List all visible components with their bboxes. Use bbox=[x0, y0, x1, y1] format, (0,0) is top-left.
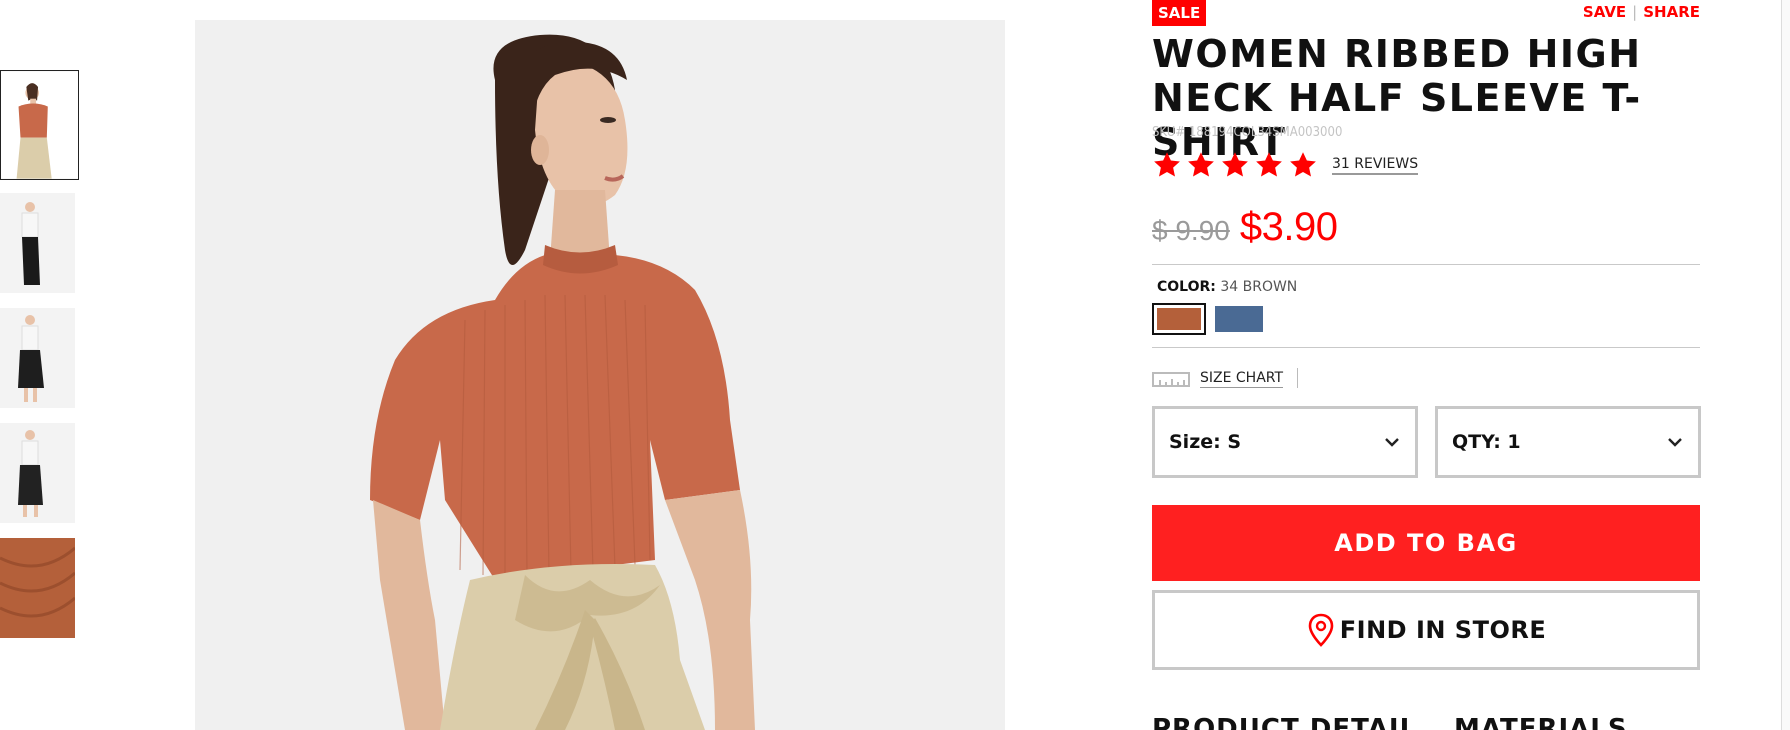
location-pin-icon bbox=[1308, 613, 1334, 647]
original-price: $ 9.90 bbox=[1152, 215, 1230, 246]
thumbnail-model-image bbox=[1, 71, 78, 179]
thumbnail-model-image bbox=[0, 423, 75, 523]
top-links: SAVE | SHARE bbox=[1583, 3, 1700, 21]
swatch-blue-fill bbox=[1215, 306, 1263, 332]
main-product-image[interactable] bbox=[195, 20, 1005, 730]
product-rating: 31 REVIEWS bbox=[1152, 150, 1419, 180]
size-select[interactable]: Size: S bbox=[1152, 406, 1418, 478]
size-chart-row: SIZE CHART bbox=[1152, 368, 1299, 388]
share-link[interactable]: SHARE bbox=[1643, 3, 1700, 21]
sale-price: $3.90 bbox=[1239, 205, 1338, 249]
find-in-store-label: FIND IN STORE bbox=[1339, 616, 1547, 644]
chevron-down-icon bbox=[1385, 438, 1399, 447]
save-link[interactable]: SAVE bbox=[1583, 3, 1626, 21]
sale-badge: SALE bbox=[1152, 0, 1207, 26]
thumbnail-2[interactable] bbox=[0, 193, 75, 293]
thumbnail-1[interactable] bbox=[0, 70, 79, 180]
quantity-select-label: QTY: 1 bbox=[1452, 431, 1521, 453]
ruler-icon bbox=[1152, 372, 1190, 387]
rating-stars bbox=[1152, 150, 1318, 180]
divider bbox=[1152, 264, 1700, 265]
product-sku: SKU# 188194COL34SMA003000 bbox=[1152, 125, 1343, 140]
thumbnail-fabric-image bbox=[0, 538, 75, 638]
swatch-brown-fill bbox=[1157, 308, 1201, 330]
model-photo bbox=[195, 20, 1005, 730]
product-info-panel: SALE SAVE | SHARE WOMEN RIBBED HIGH NECK… bbox=[1152, 0, 1701, 730]
thumbnail-model-image bbox=[0, 193, 75, 293]
thumbnail-5[interactable] bbox=[0, 538, 75, 638]
thumbnail-3[interactable] bbox=[0, 308, 75, 408]
reviews-link[interactable]: 31 REVIEWS bbox=[1332, 155, 1419, 175]
product-detail-heading[interactable]: PRODUCT DETAIL bbox=[1152, 714, 1417, 730]
chevron-down-icon bbox=[1668, 438, 1682, 447]
top-links-separator: | bbox=[1632, 3, 1638, 21]
scrollbar[interactable] bbox=[1781, 0, 1790, 730]
price-block: $ 9.90 $3.90 bbox=[1152, 205, 1338, 250]
swatch-blue[interactable] bbox=[1212, 303, 1266, 335]
color-swatches bbox=[1152, 303, 1266, 335]
star-icon bbox=[1290, 152, 1316, 177]
size-chart-divider bbox=[1297, 368, 1299, 388]
product-title: WOMEN RIBBED HIGH NECK HALF SLEEVE T-SHI… bbox=[1152, 32, 1642, 164]
materials-heading[interactable]: MATERIALS bbox=[1454, 714, 1628, 730]
star-icon bbox=[1154, 152, 1180, 177]
size-chart-link[interactable]: SIZE CHART bbox=[1200, 369, 1284, 388]
star-icon bbox=[1222, 152, 1248, 177]
color-label-title: COLOR: bbox=[1157, 279, 1216, 295]
divider bbox=[1152, 347, 1700, 348]
color-label: COLOR: 34 BROWN bbox=[1157, 279, 1297, 295]
swatch-brown[interactable] bbox=[1152, 303, 1206, 335]
color-selected-name: 34 BROWN bbox=[1220, 279, 1298, 295]
add-to-bag-button[interactable]: ADD TO BAG bbox=[1152, 505, 1700, 581]
thumbnail-model-image bbox=[0, 308, 75, 408]
star-icon bbox=[1256, 152, 1282, 177]
thumbnail-4[interactable] bbox=[0, 423, 75, 523]
quantity-select[interactable]: QTY: 1 bbox=[1435, 406, 1701, 478]
find-in-store-button[interactable]: FIND IN STORE bbox=[1152, 590, 1700, 670]
size-select-label: Size: S bbox=[1169, 431, 1242, 453]
star-icon bbox=[1188, 152, 1214, 177]
